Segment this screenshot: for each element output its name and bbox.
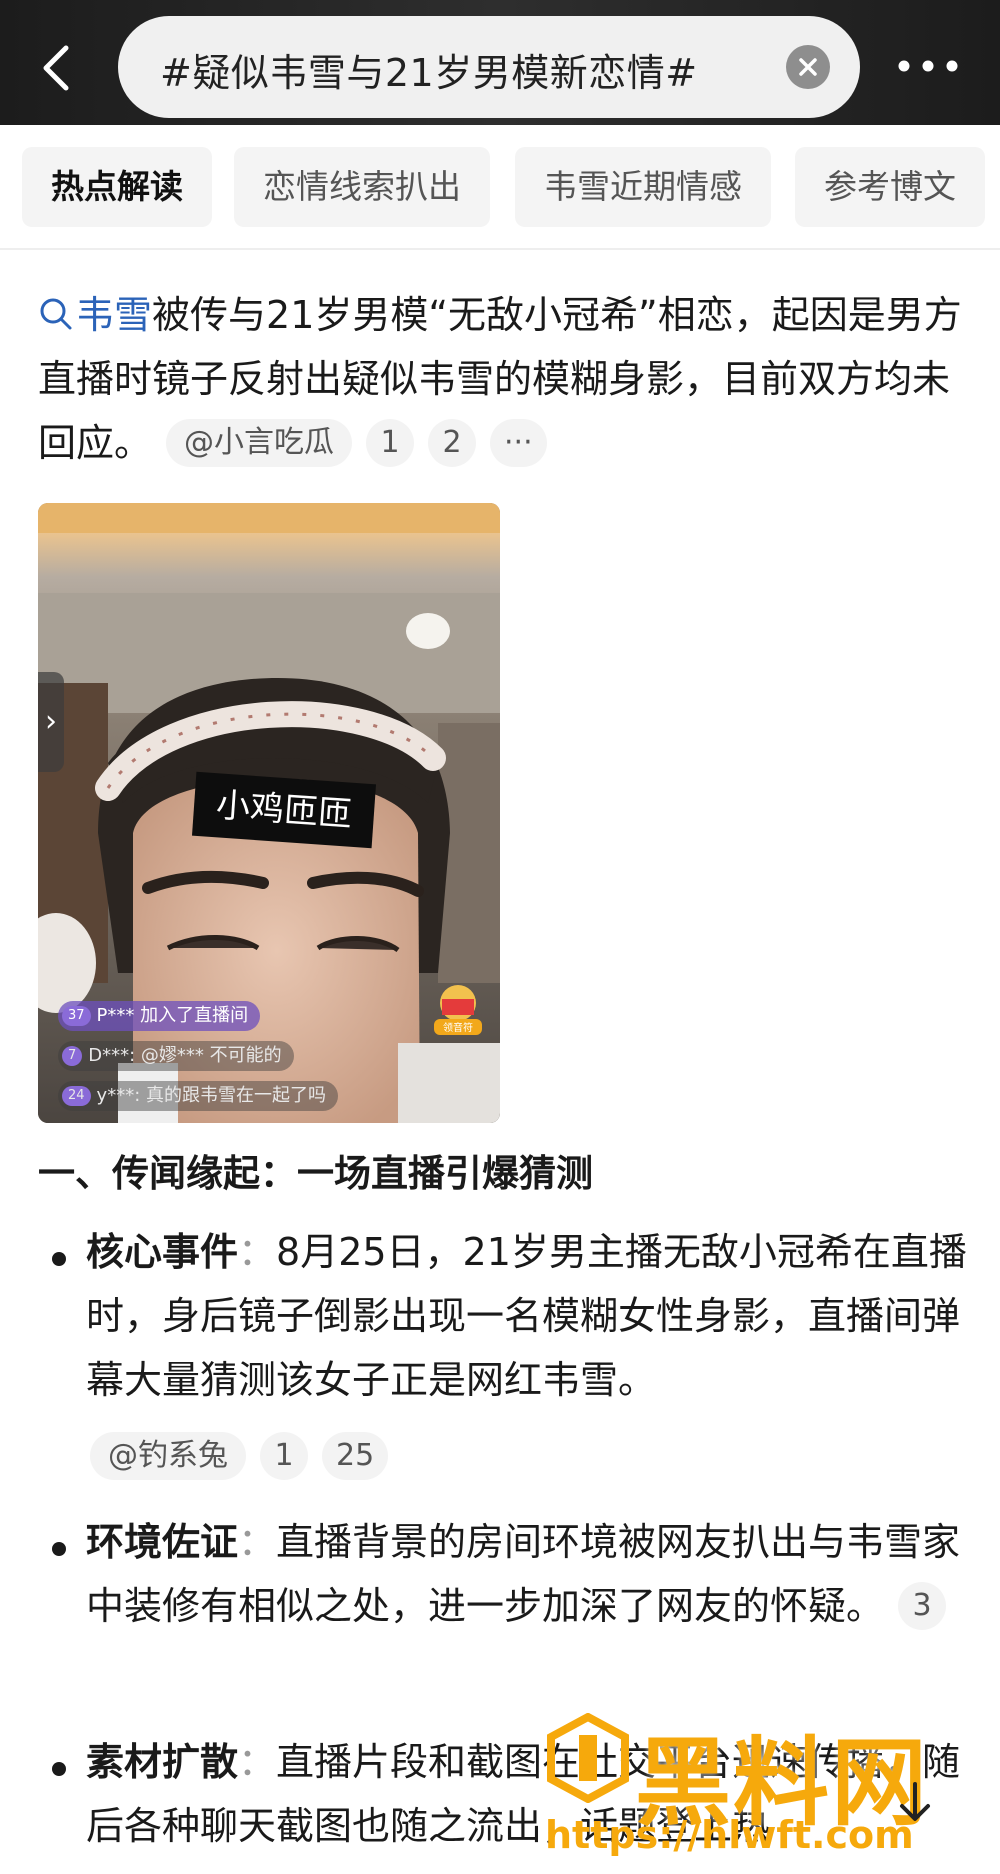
- chat-text: D***: @嫪*** 不可能的: [88, 1045, 282, 1066]
- chat-text: y***: 真的跟韦雪在一起了吗: [96, 1085, 326, 1106]
- tab-reference-posts[interactable]: 参考博文: [795, 147, 985, 227]
- ref-chip[interactable]: 3: [898, 1582, 947, 1630]
- source-chip[interactable]: @小言吃瓜: [166, 419, 353, 467]
- user-level-badge: 24: [62, 1086, 91, 1106]
- top-bar: #疑似韦雪与21岁男模新恋情#: [0, 0, 1000, 125]
- list-item-environment-evidence: 环境佐证：直播背景的房间环境被网友扒出与韦雪家中装修有相似之处，进一步加深了网友…: [86, 1510, 976, 1638]
- bullet-dot: [52, 1762, 66, 1776]
- gift-label: 领音符: [443, 1021, 473, 1034]
- item-colon: ：: [238, 1520, 277, 1564]
- tab-romance-clues[interactable]: 恋情线索扒出: [234, 147, 490, 227]
- ref-chip[interactable]: 1: [366, 419, 415, 467]
- bullet-dot: [52, 1252, 66, 1266]
- source-chip[interactable]: @钓系兔: [90, 1432, 246, 1480]
- chevron-left-icon: [43, 45, 69, 91]
- more-options-button[interactable]: [896, 54, 960, 78]
- ref-chip[interactable]: 25: [322, 1432, 389, 1480]
- chat-message: 7 D***: @嫪*** 不可能的: [58, 1041, 294, 1071]
- keyword-link[interactable]: 韦雪: [76, 293, 152, 337]
- tab-recent-relationships[interactable]: 韦雪近期情感: [515, 147, 771, 227]
- item-colon: ：: [238, 1230, 277, 1274]
- chat-text: P*** 加入了直播间: [96, 1005, 249, 1026]
- bullet-dot: [52, 1542, 66, 1556]
- item-title: 环境佐证: [86, 1520, 239, 1564]
- chat-message: 24 y***: 真的跟韦雪在一起了吗: [58, 1081, 338, 1111]
- close-icon: [799, 58, 817, 76]
- summary-paragraph: 韦雪被传与21岁男模“无敌小冠希”相恋，起因是男方直播时镜子反射出疑似韦雪的模糊…: [38, 283, 968, 475]
- item-title: 素材扩散: [86, 1740, 239, 1784]
- list-item-material-spread: 素材扩散：直播片段和截图在社交平台迅速传播，随后各种聊天截图也随之流出，话题登上…: [86, 1730, 976, 1858]
- chat-message: 37 P*** 加入了直播间: [58, 1001, 261, 1031]
- livestream-screenshot[interactable]: 小鸡匝匝 37 P*** 加入了直播间 7 D***: @嫪*** 不可能的 24 y…: [38, 503, 500, 1123]
- ref-chip[interactable]: 1: [260, 1432, 308, 1480]
- user-level-badge: 7: [62, 1046, 83, 1066]
- back-button[interactable]: [30, 38, 90, 98]
- item-title: 核心事件: [86, 1230, 239, 1274]
- section-heading: 一、传闻缘起：一场直播引爆猜测: [38, 1152, 593, 1195]
- download-arrow-icon[interactable]: [890, 1778, 940, 1828]
- gift-icon: 领音符: [430, 981, 486, 1037]
- tab-hot-interpretation[interactable]: 热点解读: [22, 147, 212, 227]
- user-level-badge: 37: [62, 1006, 91, 1026]
- name-sticker: 小鸡匝匝: [191, 771, 377, 849]
- search-icon: [40, 298, 72, 330]
- item-colon: ：: [238, 1740, 277, 1784]
- search-input[interactable]: #疑似韦雪与21岁男模新恋情#: [118, 16, 860, 118]
- search-query-text: #疑似韦雪与21岁男模新恋情#: [160, 51, 698, 95]
- clear-search-button[interactable]: [786, 45, 830, 89]
- list-item-core-event: 核心事件：8月25日，21岁男主播无敌小冠希在直播时，身后镜子倒影出现一名模糊女…: [86, 1220, 976, 1412]
- next-image-button[interactable]: ›: [38, 672, 64, 772]
- more-dots-icon: [898, 60, 958, 72]
- more-refs-chip[interactable]: ···: [490, 419, 547, 467]
- tab-bar: 热点解读 恋情线索扒出 韦雪近期情感 参考博文: [0, 125, 1000, 250]
- ref-chip[interactable]: 2: [428, 419, 477, 467]
- citation-row: @钓系兔 1 25: [90, 1432, 389, 1484]
